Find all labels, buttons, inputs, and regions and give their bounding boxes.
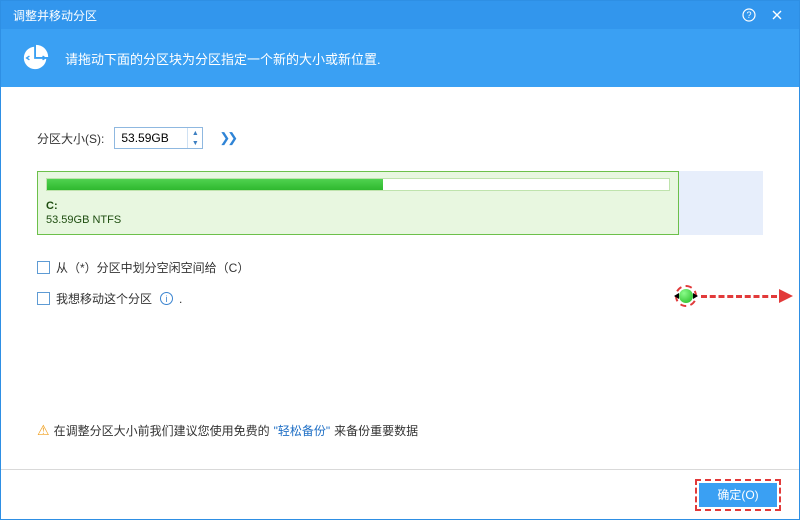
size-spin-down[interactable]: ▼ (188, 138, 202, 148)
partition-label: C: 53.59GB NTFS (46, 199, 670, 227)
ok-button-highlight: 确定(O) (695, 479, 781, 511)
close-icon[interactable] (763, 1, 791, 29)
partition-visual-row: C: 53.59GB NTFS (37, 171, 763, 235)
size-row: 分区大小(S): ▲ ▼ ❯❯ (37, 127, 763, 149)
warning-prefix: 在调整分区大小前我们建议您使用免费的 (54, 422, 270, 439)
usage-bar-fill (47, 179, 383, 190)
help-icon[interactable]: ? (735, 1, 763, 29)
expand-icon[interactable]: ❯❯ (213, 130, 235, 146)
usage-bar (46, 178, 670, 191)
partition-icon (21, 42, 51, 75)
size-label: 分区大小(S): (37, 130, 104, 147)
size-spin-up[interactable]: ▲ (188, 128, 202, 138)
content-area: 分区大小(S): ▲ ▼ ❯❯ C: 53.59GB NTFS (1, 87, 799, 469)
move-partition-label: 我想移动这个分区 (56, 290, 152, 307)
size-input-wrap: ▲ ▼ (114, 127, 203, 149)
warning-icon: ⚠ (37, 422, 50, 439)
info-icon[interactable]: i (160, 292, 173, 305)
ok-button[interactable]: 确定(O) (699, 483, 777, 507)
svg-text:?: ? (746, 10, 751, 20)
allocate-free-row: 从（*）分区中划分空闲空间给（C） (37, 259, 763, 276)
move-partition-checkbox[interactable] (37, 292, 50, 305)
drag-arrow-annotation (701, 294, 793, 298)
allocate-free-label: 从（*）分区中划分空闲空间给（C） (56, 259, 249, 276)
warning-suffix: 来备份重要数据 (334, 422, 418, 439)
warning-row: ⚠ 在调整分区大小前我们建议您使用免费的 "轻松备份" 来备份重要数据 (37, 422, 418, 439)
move-partition-row: 我想移动这个分区 i. (37, 290, 763, 307)
footer: 确定(O) (1, 469, 799, 519)
titlebar: 调整并移动分区 ? (1, 1, 799, 29)
size-input[interactable] (115, 128, 187, 148)
allocate-free-checkbox[interactable] (37, 261, 50, 274)
backup-link[interactable]: "轻松备份" (274, 422, 331, 439)
instruction-banner: 请拖动下面的分区块为分区指定一个新的大小或新位置. (1, 29, 799, 87)
drive-letter: C: (46, 200, 58, 212)
size-spinner: ▲ ▼ (187, 128, 202, 148)
partition-block[interactable]: C: 53.59GB NTFS (37, 171, 679, 235)
window-title: 调整并移动分区 (13, 7, 735, 24)
resize-handle-highlight (675, 285, 697, 307)
instruction-text: 请拖动下面的分区块为分区指定一个新的大小或新位置. (65, 49, 381, 68)
unallocated-space[interactable] (679, 171, 763, 235)
partition-info: 53.59GB NTFS (46, 214, 121, 226)
dialog-window: 调整并移动分区 ? 请拖动下面的分区块为分区指定一个新的大小或新位置. 分区大小… (0, 0, 800, 520)
resize-handle[interactable] (679, 289, 693, 303)
